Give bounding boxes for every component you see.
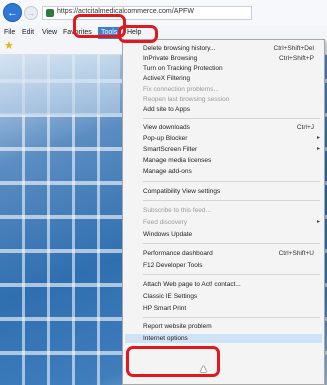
menu-file[interactable]: File — [4, 27, 15, 39]
address-bar-row: ← → https://actcitalmedicalcommerce.com/… — [0, 0, 327, 26]
menu-item-label: View downloads — [143, 124, 190, 131]
menu-item-label: Report website problem — [143, 323, 212, 330]
menu-bar: File Edit View Favorites Tools Help — [0, 26, 327, 40]
menu-item-tracking-protection[interactable]: Turn on Tracking Protection — [143, 64, 320, 73]
menu-separator — [143, 118, 320, 119]
forward-arrow-icon: → — [27, 9, 35, 18]
menu-item-subscribe-feed: Subscribe to this feed... — [143, 206, 320, 215]
menu-item-label: Turn on Tracking Protection — [143, 65, 223, 72]
menu-item-report-problem[interactable]: Report website problem — [143, 322, 320, 331]
shortcut-label: Ctrl+Shift+Del — [273, 45, 314, 52]
menu-separator — [143, 317, 320, 318]
menu-item-fix-connection: Fix connection problems... — [143, 85, 320, 94]
menu-item-smartscreen[interactable]: SmartScreen Filter ▸ — [143, 145, 320, 154]
shortcut-label: Ctrl+J — [296, 124, 314, 131]
menu-item-internet-options[interactable]: Internet options — [125, 334, 322, 343]
menu-item-label: Compatibility View settings — [143, 188, 221, 195]
mouse-cursor-icon: ▲ — [198, 363, 209, 375]
favorites-star-icon[interactable]: ★ — [4, 40, 14, 53]
menu-item-activex-filtering[interactable]: ActiveX Filtering — [143, 74, 320, 83]
submenu-arrow-icon: ▸ — [316, 146, 320, 152]
menu-item-label: Fix connection problems... — [143, 86, 219, 93]
menu-item-label: Classic IE Settings — [143, 293, 198, 300]
menu-separator — [143, 274, 320, 275]
menu-item-add-site-apps[interactable]: Add site to Apps — [143, 105, 320, 114]
menu-item-reopen-session: Reopen last browsing session — [143, 95, 320, 104]
menu-separator — [143, 200, 320, 201]
menu-item-media-licenses[interactable]: Manage media licenses — [143, 156, 320, 165]
tools-highlight-box — [118, 25, 158, 43]
menu-item-label: Attach Web page to Act! contact... — [143, 281, 241, 288]
menu-item-inprivate[interactable]: InPrivate Browsing Ctrl+Shift+P — [143, 54, 320, 63]
menu-item-feed-discovery: Feed discovery ▸ — [143, 218, 320, 227]
menu-item-f12-tools[interactable]: F12 Developer Tools — [143, 261, 320, 270]
menu-item-label: Delete browsing history... — [143, 45, 216, 52]
menu-edit[interactable]: Edit — [22, 27, 34, 39]
menu-item-view-downloads[interactable]: View downloads Ctrl+J — [143, 123, 320, 132]
menu-item-classic-ie-settings[interactable]: Classic IE Settings — [143, 292, 320, 301]
menu-item-label: Pop-up Blocker — [143, 135, 188, 142]
menu-item-windows-update[interactable]: Windows Update — [143, 230, 320, 239]
menu-item-compat-view[interactable]: Compatibility View settings — [143, 187, 320, 196]
menu-item-label: Manage media licenses — [143, 157, 212, 164]
menu-separator — [143, 181, 320, 182]
menu-item-manage-addons[interactable]: Manage add-ons — [143, 167, 320, 176]
tools-dropdown-menu: Delete browsing history... Ctrl+Shift+De… — [122, 39, 325, 385]
menu-item-delete-history[interactable]: Delete browsing history... Ctrl+Shift+De… — [143, 44, 320, 53]
back-button[interactable]: ← — [3, 3, 22, 22]
shortcut-label: Ctrl+Shift+U — [278, 250, 314, 257]
menu-item-label: ActiveX Filtering — [143, 75, 190, 82]
menu-item-label: Reopen last browsing session — [143, 96, 230, 103]
menu-item-hp-smart-print[interactable]: HP Smart Print — [143, 304, 320, 313]
menu-item-label: Internet options — [143, 335, 188, 342]
menu-item-popup-blocker[interactable]: Pop-up Blocker ▸ — [143, 134, 320, 143]
menu-item-label: F12 Developer Tools — [143, 262, 203, 269]
sky-area — [0, 55, 120, 115]
menu-item-performance-dashboard[interactable]: Performance dashboard Ctrl+Shift+U — [143, 249, 320, 258]
menu-item-label: Subscribe to this feed... — [143, 207, 211, 214]
back-arrow-icon: ← — [7, 7, 18, 19]
menu-item-label: InPrivate Browsing — [143, 55, 198, 62]
site-lock-icon — [46, 9, 54, 17]
menu-item-label: Feed discovery — [143, 219, 188, 226]
menu-item-label: Windows Update — [143, 231, 193, 238]
submenu-arrow-icon: ▸ — [316, 135, 320, 141]
menu-separator — [143, 243, 320, 244]
menu-item-label: Add site to Apps — [143, 106, 190, 113]
forward-button[interactable]: → — [24, 6, 38, 20]
shortcut-label: Ctrl+Shift+P — [278, 55, 314, 62]
submenu-arrow-icon: ▸ — [316, 219, 320, 225]
menu-item-label: SmartScreen Filter — [143, 146, 198, 153]
menu-view[interactable]: View — [42, 27, 57, 39]
menu-item-label: HP Smart Print — [143, 305, 187, 312]
menu-item-label: Performance dashboard — [143, 250, 213, 257]
menu-item-attach-act[interactable]: Attach Web page to Act! contact... — [143, 280, 320, 289]
menu-item-label: Manage add-ons — [143, 168, 192, 175]
